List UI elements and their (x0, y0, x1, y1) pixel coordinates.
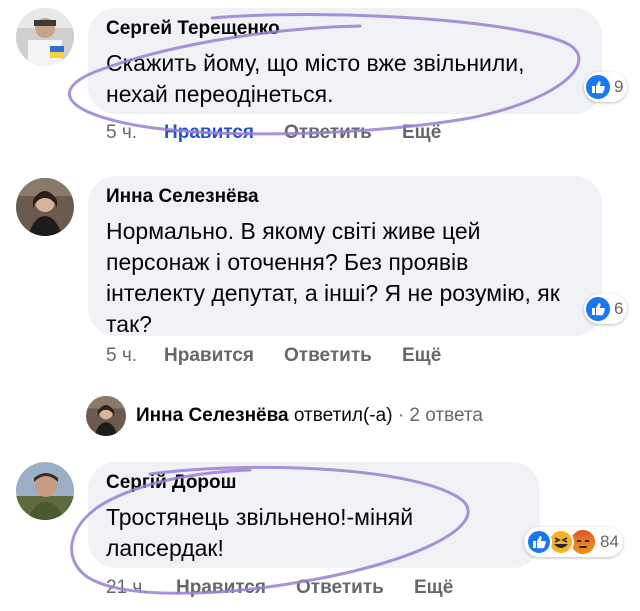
reply-button-2[interactable]: Ответить (284, 345, 372, 367)
reply-button-3[interactable]: Ответить (296, 577, 384, 599)
reply-avatar-inna-selezneva[interactable] (86, 396, 126, 436)
comment-author-1[interactable]: Сергей Терещенко (106, 18, 280, 40)
comment-line: персонаж і оточення? Без проявів (106, 249, 469, 275)
like-reaction-icon (526, 529, 552, 555)
comment-actions-3: 21 ч. Нравится Ответить Ещё (106, 577, 486, 601)
angry-reaction-icon (571, 530, 595, 554)
comment-time-1[interactable]: 5 ч. (106, 122, 137, 144)
comment-line: Скажить йому, що місто вже звільнили, (106, 50, 525, 76)
comment-line: Тростянець звільнено!-міняй (106, 504, 414, 530)
avatar-photo-woman-icon (86, 396, 126, 436)
reaction-summary-2[interactable]: 6 (584, 294, 628, 324)
like-button-2[interactable]: Нравится (164, 345, 254, 367)
comment-time-3[interactable]: 21 ч. (106, 577, 148, 599)
more-button-3[interactable]: Ещё (414, 577, 453, 599)
like-reaction-icon (586, 75, 610, 99)
comment-actions-2: 5 ч. Нравится Ответить Ещё (106, 345, 466, 369)
more-button-1[interactable]: Ещё (402, 122, 441, 144)
reaction-summary-1[interactable]: 9 (584, 72, 628, 102)
reply-count: · 2 ответа (397, 405, 483, 426)
reaction-count-2: 6 (614, 299, 624, 318)
like-button-3[interactable]: Нравится (176, 577, 266, 599)
reaction-count-1: 9 (614, 77, 624, 96)
haha-reaction-icon (548, 529, 574, 555)
comment-author-3[interactable]: Сергій Дорош (106, 472, 236, 494)
avatar-sergiy-dorosh[interactable] (16, 462, 74, 520)
like-reaction-icon (586, 297, 610, 321)
comment-line: Нормально. В якому світі живе цей (106, 218, 481, 244)
comment-time-2[interactable]: 5 ч. (106, 345, 137, 367)
reaction-summary-3[interactable]: 84 (524, 527, 623, 557)
reply-verb: ответил(-а) (293, 405, 393, 426)
comment-text-2: Нормально. В якому світі живе цей персон… (106, 216, 560, 340)
reply-author-name: Инна Селезнёва (136, 405, 289, 426)
avatar-photo-man-outdoor-icon (16, 462, 74, 520)
comment-text-1: Скажить йому, що місто вже звільнили, не… (106, 48, 525, 110)
comment-line: лапсердак! (106, 535, 224, 561)
comment-line: інтелекту депутат, а інші? Я не розумію,… (106, 280, 560, 306)
comment-actions-1: 5 ч. Нравится Ответить Ещё (106, 122, 466, 146)
comment-text-3: Тростянець звільнено!-міняй лапсердак! (106, 502, 413, 564)
comment-author-2[interactable]: Инна Селезнёва (106, 186, 259, 208)
view-replies-link[interactable]: Инна Селезнёва ответил(-а) · 2 ответа (136, 405, 483, 427)
comment-line: нехай переодінеться. (106, 81, 334, 107)
reaction-count-3: 84 (600, 532, 619, 551)
like-button-1[interactable]: Нравится (164, 122, 254, 144)
comment-line: так? (106, 311, 152, 337)
avatar-sergey-tereshchenko[interactable] (16, 8, 74, 66)
reaction-icons-like-haha-angry (526, 529, 595, 555)
reply-button-1[interactable]: Ответить (284, 122, 372, 144)
avatar-photo-man-icon (16, 8, 74, 66)
avatar-photo-woman-icon (16, 178, 74, 236)
avatar-inna-selezneva[interactable] (16, 178, 74, 236)
more-button-2[interactable]: Ещё (402, 345, 441, 367)
